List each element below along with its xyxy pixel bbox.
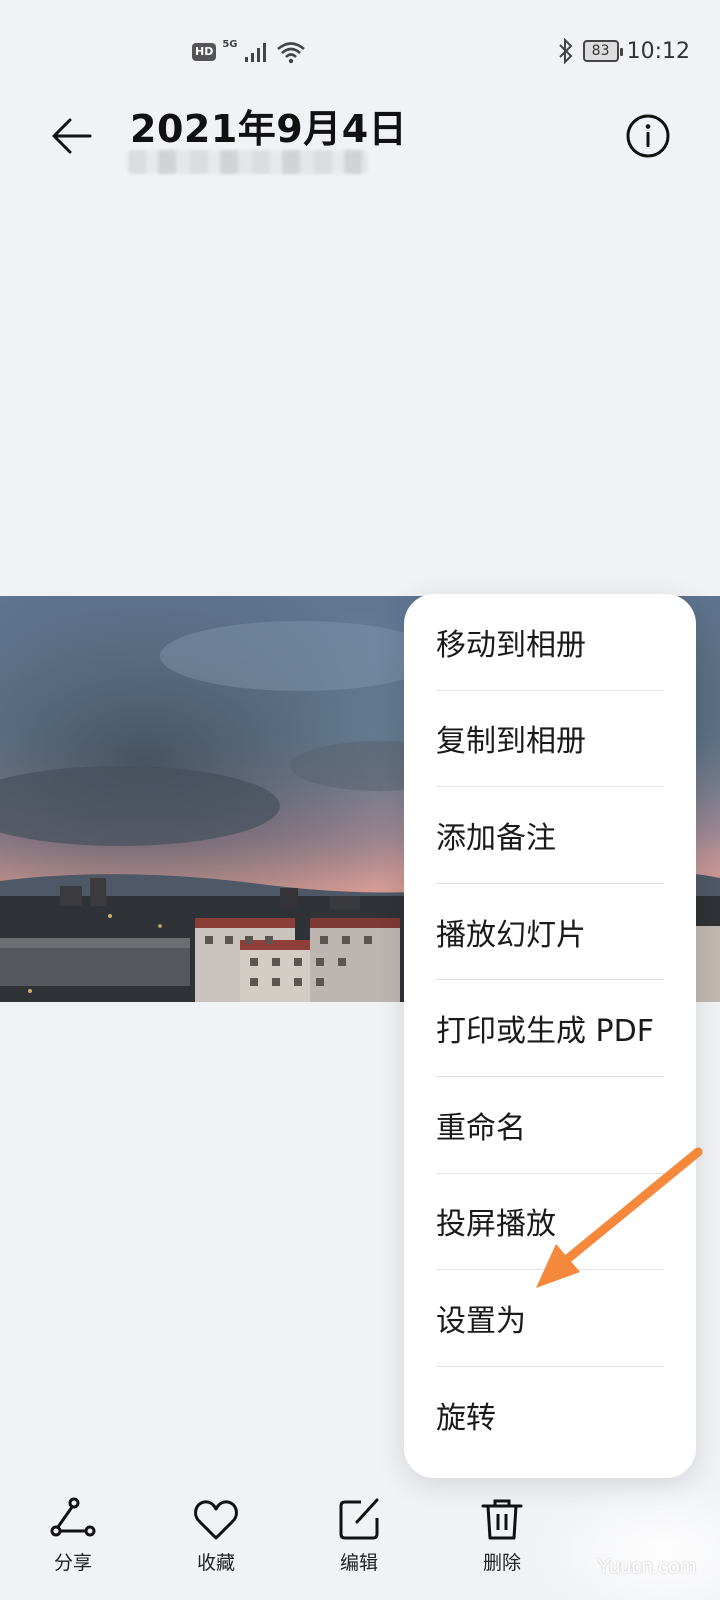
signal-icon: [244, 43, 266, 62]
edit-button[interactable]: 编辑: [314, 1496, 404, 1575]
menu-item-cast[interactable]: 投屏播放: [436, 1174, 664, 1271]
menu-item-copy-to-album[interactable]: 复制到相册: [436, 691, 664, 788]
page-title: 2021年9月4日: [130, 107, 408, 151]
share-button[interactable]: 分享: [28, 1496, 118, 1575]
status-left: HD 5G: [192, 38, 306, 64]
back-button[interactable]: [46, 110, 98, 162]
watermark-text: Yuucn.com: [597, 1556, 696, 1578]
share-icon: [50, 1497, 96, 1537]
heart-icon: [194, 1500, 238, 1540]
menu-item-rename[interactable]: 重命名: [436, 1077, 664, 1174]
share-label: 分享: [53, 1552, 92, 1574]
watermark-backdrop: [530, 1480, 720, 1600]
menu-item-set-as[interactable]: 设置为: [436, 1270, 664, 1367]
blurred-location-subtitle: [128, 150, 368, 174]
info-icon: [626, 114, 670, 158]
menu-item-move-to-album[interactable]: 移动到相册: [436, 594, 664, 691]
menu-item-slideshow[interactable]: 播放幻灯片: [436, 884, 664, 981]
delete-label: 删除: [482, 1552, 521, 1574]
menu-item-add-note[interactable]: 添加备注: [436, 787, 664, 884]
trash-icon: [481, 1499, 523, 1540]
status-bar: HD 5G 83 10:12: [0, 0, 720, 100]
status-time: 10:12: [626, 38, 690, 64]
top-app-bar: 2021年9月4日: [0, 96, 720, 186]
status-right: 83 10:12: [557, 38, 690, 64]
more-options-menu: 移动到相册 复制到相册 添加备注 播放幻灯片 打印或生成 PDF 重命名 投屏播…: [404, 594, 696, 1478]
menu-item-rotate[interactable]: 旋转: [436, 1367, 664, 1464]
back-arrow-icon: [52, 118, 92, 154]
battery-indicator: 83: [582, 40, 623, 62]
network-type-label: 5G: [222, 38, 238, 50]
edit-icon: [339, 1498, 379, 1540]
favorite-button[interactable]: 收藏: [171, 1496, 261, 1575]
favorite-label: 收藏: [196, 1552, 235, 1574]
menu-item-print-pdf[interactable]: 打印或生成 PDF: [436, 980, 664, 1077]
wifi-icon: [276, 42, 305, 64]
info-button[interactable]: [624, 112, 672, 160]
hd-badge: HD: [192, 43, 217, 61]
bluetooth-icon: [558, 38, 573, 64]
edit-label: 编辑: [339, 1552, 378, 1574]
